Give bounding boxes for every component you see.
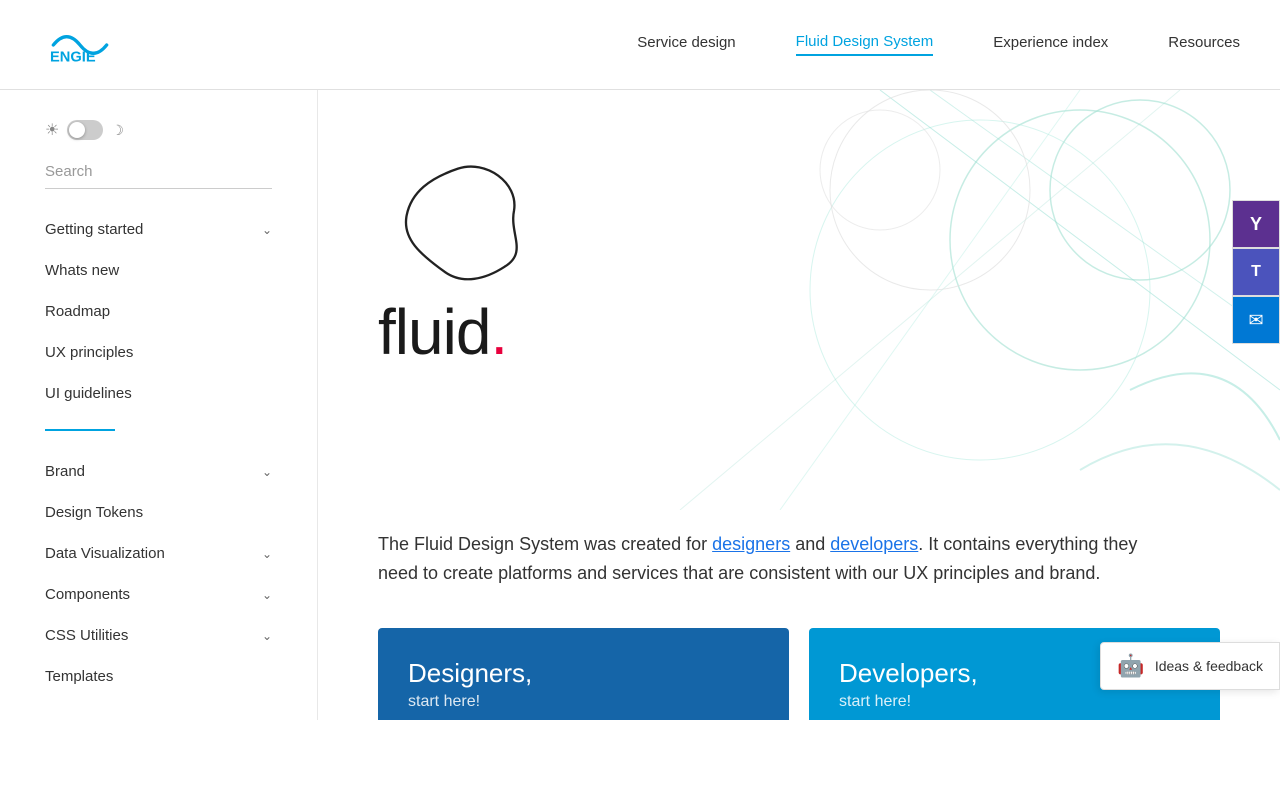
nav-resources[interactable]: Resources <box>1168 34 1240 55</box>
sidebar-item-label: Components <box>45 586 130 603</box>
nav-experience-index[interactable]: Experience index <box>993 34 1108 55</box>
sidebar-item-getting-started[interactable]: Getting started ⌄ <box>0 209 317 250</box>
description-section: The Fluid Design System was created for … <box>318 510 1218 628</box>
sidebar-item-label: Data Visualization <box>45 545 165 562</box>
teams-icon: T <box>1251 263 1261 281</box>
mail-icon: ✉ <box>1248 310 1263 331</box>
sidebar-item-whats-new[interactable]: Whats new <box>0 250 317 291</box>
theme-toggle-switch[interactable] <box>67 120 103 140</box>
sidebar-item-label: CSS Utilities <box>45 627 128 644</box>
sidebar-item-design-tokens[interactable]: Design Tokens <box>0 492 317 533</box>
fluid-title: fluid. <box>378 300 507 364</box>
logo: ENGIE <box>40 20 120 70</box>
search-input[interactable] <box>45 155 272 189</box>
sidebar-item-data-visualization[interactable]: Data Visualization ⌄ <box>0 533 317 574</box>
yammer-icon: Y <box>1250 214 1262 235</box>
chevron-down-icon: ⌄ <box>262 465 272 479</box>
feedback-label: Ideas & feedback <box>1155 658 1263 674</box>
mail-button[interactable]: ✉ <box>1232 296 1280 344</box>
sidebar: ☀ ☽ Getting started ⌄ Whats new Roadmap … <box>0 90 318 720</box>
fluid-logo-container: fluid. <box>378 130 1220 364</box>
yammer-button[interactable]: Y <box>1232 200 1280 248</box>
sun-icon: ☀ <box>45 120 59 140</box>
sidebar-item-ux-principles[interactable]: UX principles <box>0 332 317 373</box>
sidebar-item-label: UX principles <box>45 344 133 361</box>
sidebar-item-templates[interactable]: Templates <box>0 656 317 697</box>
sidebar-divider <box>45 429 115 431</box>
sidebar-item-label: Roadmap <box>45 303 110 320</box>
chevron-down-icon: ⌄ <box>262 588 272 602</box>
svg-text:ENGIE: ENGIE <box>50 49 96 65</box>
sidebar-item-ui-guidelines[interactable]: UI guidelines <box>0 373 317 414</box>
sidebar-item-brand[interactable]: Brand ⌄ <box>0 451 317 492</box>
toggle-thumb <box>69 122 85 138</box>
fluid-blob-icon <box>378 150 538 290</box>
feedback-icon: 🤖 <box>1117 653 1144 679</box>
designers-link[interactable]: designers <box>712 534 790 554</box>
card-subtitle: start here! <box>839 693 1190 711</box>
feedback-button[interactable]: 🤖 Ideas & feedback <box>1100 642 1280 690</box>
sidebar-item-label: Templates <box>45 668 113 685</box>
sidebar-item-label: Whats new <box>45 262 119 279</box>
chevron-down-icon: ⌄ <box>262 223 272 237</box>
designers-card[interactable]: Designers, start here! <box>378 628 789 720</box>
sidebar-item-roadmap[interactable]: Roadmap <box>0 291 317 332</box>
card-subtitle: start here! <box>408 693 759 711</box>
floating-buttons: Y T ✉ <box>1232 200 1280 344</box>
main-nav: Service design Fluid Design System Exper… <box>637 33 1240 56</box>
sidebar-item-label: Brand <box>45 463 85 480</box>
chevron-down-icon: ⌄ <box>262 629 272 643</box>
card-title: Designers, <box>408 658 759 689</box>
theme-toggle-row: ☀ ☽ <box>0 110 317 155</box>
hero-section: fluid. <box>318 90 1280 510</box>
moon-icon: ☽ <box>111 122 124 139</box>
header: ENGIE Service design Fluid Design System… <box>0 0 1280 90</box>
sidebar-item-components[interactable]: Components ⌄ <box>0 574 317 615</box>
developers-link[interactable]: developers <box>830 534 918 554</box>
sidebar-item-label: Design Tokens <box>45 504 143 521</box>
nav-fluid-design-system[interactable]: Fluid Design System <box>796 33 934 56</box>
nav-service-design[interactable]: Service design <box>637 34 735 55</box>
chevron-down-icon: ⌄ <box>262 547 272 561</box>
main-content: fluid. The Fluid Design System was creat… <box>318 90 1280 720</box>
sidebar-item-label: Getting started <box>45 221 143 238</box>
sidebar-item-label: UI guidelines <box>45 385 132 402</box>
teams-button[interactable]: T <box>1232 248 1280 296</box>
search-container <box>0 155 317 209</box>
sidebar-item-css-utilities[interactable]: CSS Utilities ⌄ <box>0 615 317 656</box>
